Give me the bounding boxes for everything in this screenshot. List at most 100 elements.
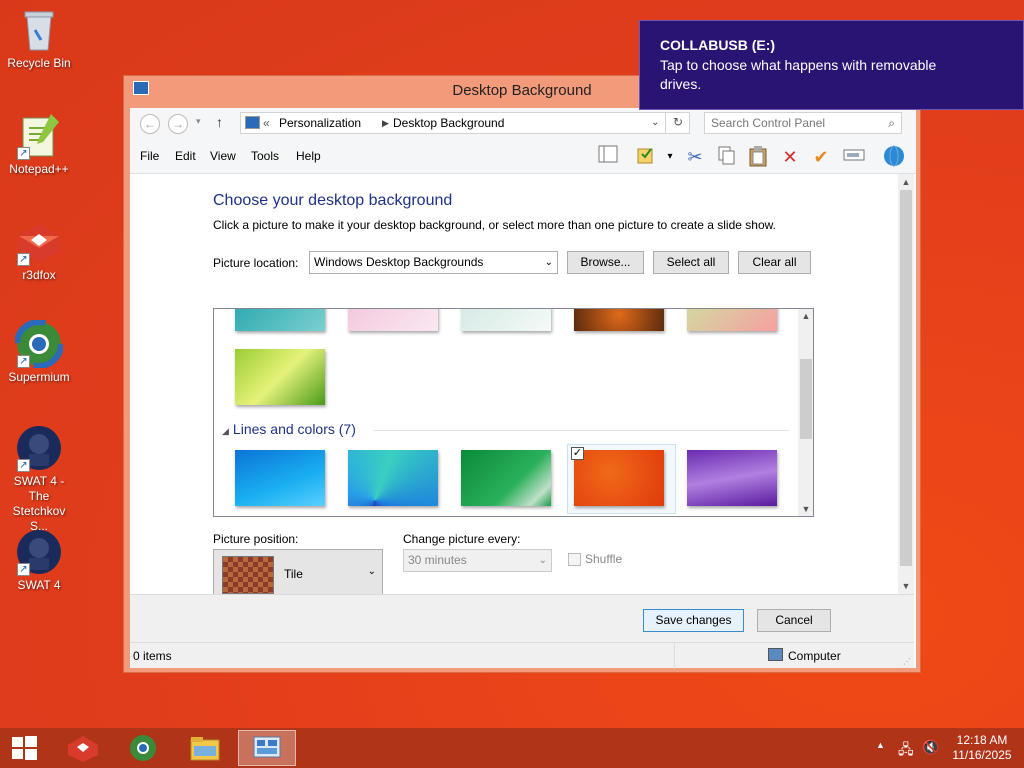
shortcut-arrow-icon: ↗: [17, 563, 30, 576]
notepadpp-icon: ↗: [15, 112, 63, 160]
breadcrumb-personalization[interactable]: Personalization: [279, 113, 361, 133]
show-hidden-icons-button[interactable]: ▲: [876, 740, 885, 768]
wallpaper-checkbox-checked[interactable]: ✓: [571, 447, 584, 460]
start-button[interactable]: [0, 730, 48, 766]
menu-help[interactable]: Help: [296, 149, 321, 163]
computer-icon: [768, 648, 783, 661]
taskbar-control-panel[interactable]: [238, 730, 296, 766]
browse-button[interactable]: Browse...: [567, 251, 644, 274]
menu-tools[interactable]: Tools: [251, 149, 279, 163]
wallpaper-thumbnail[interactable]: [235, 349, 325, 405]
menu-file[interactable]: File: [140, 149, 159, 163]
resize-grip-icon[interactable]: ⋰: [903, 657, 911, 666]
search-input[interactable]: Search Control Panel ⌕: [704, 112, 902, 134]
wallpaper-thumbnail[interactable]: [461, 450, 551, 506]
back-button[interactable]: ←: [140, 114, 160, 134]
change-picture-label: Change picture every:: [403, 532, 521, 546]
clock-time: 12:18 AM: [956, 733, 1008, 747]
shuffle-checkbox[interactable]: [568, 553, 581, 566]
wallpaper-thumbnail[interactable]: [348, 450, 438, 506]
desktop-icon-swat4-stetchkov[interactable]: ↗ SWAT 4 - The Stetchkov S...: [2, 424, 76, 534]
desktop-icon-label: Supermium: [8, 370, 70, 384]
refresh-button[interactable]: ↻: [665, 112, 690, 134]
group-divider: [374, 430, 789, 431]
cancel-button[interactable]: Cancel: [757, 609, 831, 632]
content-scrollbar[interactable]: ▲ ▼: [898, 174, 914, 594]
wallpaper-thumbnail[interactable]: [687, 450, 777, 506]
page-description: Click a picture to make it your desktop …: [213, 218, 776, 232]
select-all-button[interactable]: Select all: [653, 251, 729, 274]
shortcut-arrow-icon: ↗: [17, 355, 30, 368]
wallpaper-thumbnail[interactable]: [687, 309, 777, 331]
save-changes-button[interactable]: Save changes: [643, 609, 744, 632]
wallpaper-thumbnail[interactable]: [574, 309, 664, 331]
page-title: Choose your desktop background: [213, 192, 453, 209]
breadcrumb-separator-icon[interactable]: ▶: [382, 113, 389, 133]
wallpaper-thumbnail[interactable]: [348, 309, 438, 331]
collapse-group-icon[interactable]: ◢: [222, 426, 229, 436]
recent-locations-icon[interactable]: ▾: [196, 116, 201, 127]
scroll-up-icon[interactable]: ▲: [798, 311, 813, 321]
preview-pane-icon[interactable]: [596, 145, 620, 169]
group-header-lines-colors[interactable]: ◢ Lines and colors (7): [222, 421, 370, 437]
scroll-up-icon[interactable]: ▲: [898, 174, 914, 190]
network-icon[interactable]: 🖧: [898, 739, 914, 768]
menu-edit[interactable]: Edit: [175, 149, 196, 163]
status-location: Computer: [788, 649, 841, 663]
volume-muted-icon[interactable]: 🔇: [922, 739, 939, 768]
content-scroll-thumb[interactable]: [900, 190, 912, 566]
address-dropdown-icon[interactable]: ⌄: [651, 113, 659, 133]
rename-icon[interactable]: [842, 145, 866, 169]
wallpaper-gallery: ◢ Lines and colors (7) ✓ ▲ ▼: [213, 308, 814, 517]
wallpaper-thumbnail[interactable]: [235, 450, 325, 506]
taskbar-file-explorer[interactable]: [176, 730, 234, 766]
taskbar-r3dfox[interactable]: [54, 730, 112, 766]
clear-all-button[interactable]: Clear all: [738, 251, 811, 274]
forward-button[interactable]: →: [168, 114, 188, 134]
tile-preview-image: [222, 556, 274, 594]
system-clock[interactable]: 12:18 AM 11/16/2025: [950, 733, 1014, 768]
desktop-icon-swat4[interactable]: ↗ SWAT 4: [2, 528, 76, 593]
picture-location-select[interactable]: Windows Desktop Backgrounds ⌄: [309, 251, 558, 274]
cut-icon[interactable]: ✂: [683, 145, 707, 169]
change-picture-interval-select[interactable]: 30 minutes ⌄: [403, 549, 552, 572]
chevron-down-icon: ⌄: [538, 555, 547, 566]
shortcut-arrow-icon: ↗: [17, 459, 30, 472]
scroll-down-icon[interactable]: ▼: [798, 504, 813, 514]
menu-view[interactable]: View: [210, 149, 236, 163]
breadcrumb-desktop-background[interactable]: Desktop Background: [393, 113, 504, 133]
up-arrow-icon[interactable]: ↑: [216, 114, 223, 130]
address-bar[interactable]: « Personalization ▶ Desktop Background ⌄: [240, 112, 690, 134]
desktop-icon-supermium[interactable]: ↗ Supermium: [2, 319, 76, 385]
swat4-icon: ↗: [15, 424, 63, 472]
content-area: Choose your desktop background Click a p…: [130, 174, 902, 599]
properties-dropdown-icon[interactable]: ▾: [658, 145, 682, 169]
paste-icon[interactable]: [746, 145, 770, 169]
desktop-icon-r3dfox[interactable]: ↗ r3dfox: [2, 218, 76, 283]
shortcut-arrow-icon: ↗: [17, 253, 30, 266]
desktop-icon-recycle-bin[interactable]: Recycle Bin: [2, 6, 76, 71]
properties-icon[interactable]: [634, 145, 658, 169]
taskbar-supermium[interactable]: [114, 730, 172, 766]
picture-position-value: Tile: [284, 567, 303, 581]
shuffle-label: Shuffle: [585, 552, 623, 566]
picture-position-label: Picture position:: [213, 532, 299, 546]
wallpaper-thumbnail[interactable]: [461, 309, 551, 331]
picture-position-select[interactable]: Tile ⌄: [213, 549, 383, 599]
apply-check-icon[interactable]: ✔: [809, 145, 833, 169]
picture-location-value: Windows Desktop Backgrounds: [314, 255, 484, 269]
address-row: ← → ▾ ↑ « Personalization ▶ Desktop Back…: [130, 108, 916, 138]
delete-icon[interactable]: ✕: [778, 145, 802, 169]
scroll-down-icon[interactable]: ▼: [898, 578, 914, 594]
gallery-scrollbar[interactable]: ▲ ▼: [798, 309, 813, 516]
desktop-icon-label: SWAT 4: [17, 578, 61, 592]
wallpaper-thumbnail[interactable]: [235, 309, 325, 331]
clock-date: 11/16/2025: [952, 748, 1012, 762]
copy-icon[interactable]: [714, 145, 738, 169]
change-interval-value: 30 minutes: [408, 553, 467, 567]
desktop-icon-notepadpp[interactable]: ↗ Notepad++: [2, 112, 76, 177]
gallery-scroll-thumb[interactable]: [800, 359, 812, 439]
wallpaper-thumbnail-selected[interactable]: [574, 450, 664, 506]
removable-drive-notification[interactable]: COLLABUSB (E:) Tap to choose what happen…: [639, 20, 1024, 110]
control-panel-globe-icon[interactable]: [882, 145, 906, 169]
